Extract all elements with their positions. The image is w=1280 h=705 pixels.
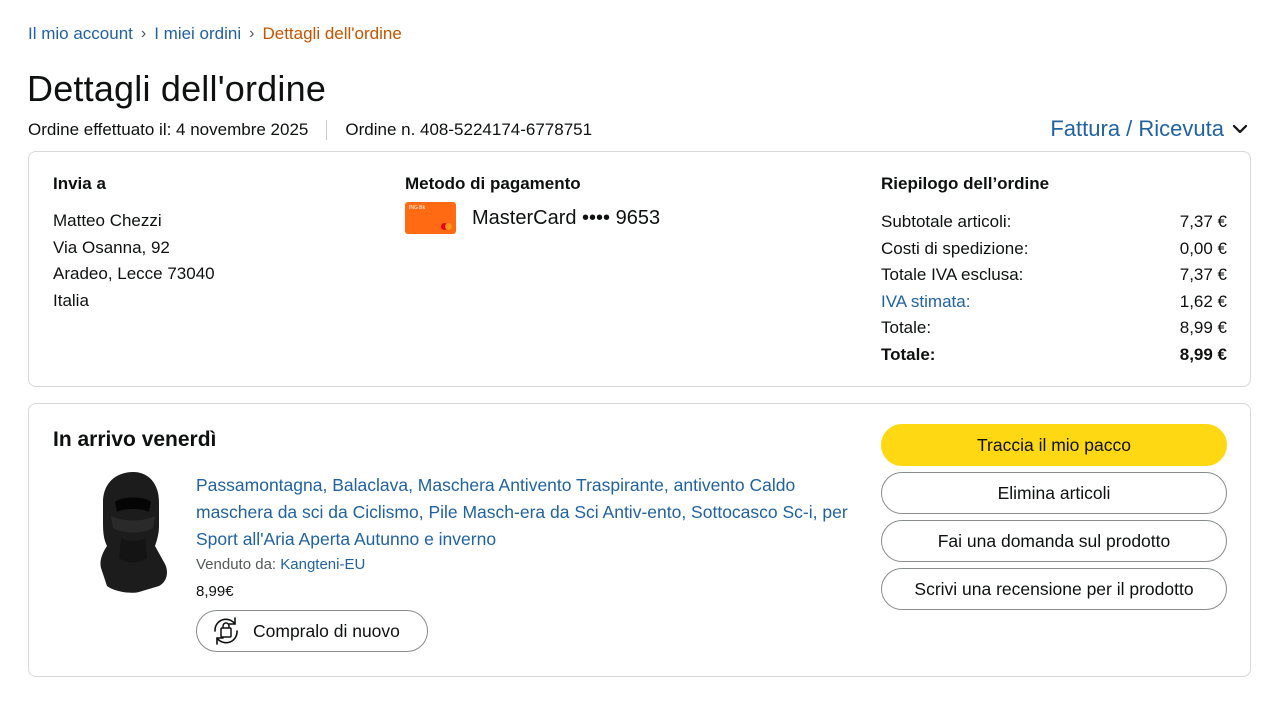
summary-label: Totale IVA esclusa: <box>881 265 1024 285</box>
breadcrumb: Il mio account › I miei ordini › Dettagl… <box>28 24 402 44</box>
payment-title: Metodo di pagamento <box>405 174 581 193</box>
recipient-name: Matteo Chezzi <box>53 211 162 230</box>
page-title: Dettagli dell'ordine <box>27 68 327 109</box>
invoice-dropdown[interactable]: Fattura / Ricevuta <box>1050 116 1248 142</box>
delete-items-button[interactable]: Elimina articoli <box>881 472 1227 514</box>
shipment-card: In arrivo venerdì Passamontagna, Balacla… <box>28 403 1251 677</box>
summary-row-shipping: Costi di spedizione: 0,00 € <box>881 236 1227 263</box>
summary-title: Riepilogo dell’ordine <box>881 174 1050 193</box>
arrival-status: In arrivo venerdì <box>53 428 217 451</box>
summary-row-subtotal: Subtotale articoli: 7,37 € <box>881 209 1227 236</box>
chevron-down-icon <box>1232 124 1248 134</box>
summary-label: Costi di spedizione: <box>881 238 1029 258</box>
summary-list: Subtotale articoli: 7,37 € Costi di sped… <box>881 209 1227 369</box>
estimated-vat-link[interactable]: IVA stimata: <box>881 289 970 316</box>
buy-again-icon <box>214 617 238 645</box>
summary-label: Totale: <box>881 318 932 338</box>
summary-row-total: Totale: 8,99 € <box>881 315 1227 342</box>
summary-value: 7,37 € <box>1179 265 1227 285</box>
payment-method: Metodo di pagamento ING Bk MasterCard ••… <box>405 174 660 234</box>
seller-line: Venduto da: Kangteni-EU <box>196 556 365 573</box>
order-summary: Riepilogo dell’ordine Subtotale articoli… <box>881 174 1227 369</box>
seller-link[interactable]: Kangteni-EU <box>280 556 365 573</box>
summary-row-total-excl-vat: Totale IVA esclusa: 7,37 € <box>881 262 1227 289</box>
address-street: Via Osanna, 92 <box>53 237 170 257</box>
summary-label: Totale: <box>881 344 936 364</box>
meta-divider <box>326 120 328 140</box>
address-city: Aradeo, Lecce 73040 <box>53 264 215 284</box>
breadcrumb-my-account[interactable]: Il mio account <box>28 24 133 44</box>
summary-value: 8,99 € <box>1179 318 1227 338</box>
track-package-button[interactable]: Traccia il mio pacco <box>881 424 1227 466</box>
mastercard-icon: ING Bk <box>405 202 456 234</box>
summary-value: 1,62 € <box>1179 291 1227 311</box>
order-details-page: Il mio account › I miei ordini › Dettagl… <box>0 0 1280 705</box>
summary-label: Subtotale articoli: <box>881 212 1012 231</box>
write-review-button[interactable]: Scrivi una recensione per il prodotto <box>881 568 1227 610</box>
payment-row: ING Bk MasterCard •••• 9653 <box>405 202 660 234</box>
product-price: 8,99€ <box>196 583 234 600</box>
sold-by-label: Venduto da: <box>196 556 277 573</box>
order-date: Ordine effettuato il: 4 novembre 2025 <box>28 120 309 139</box>
ask-question-button[interactable]: Fai una domanda sul prodotto <box>881 520 1227 562</box>
address-block: Matteo Chezzi Via Osanna, 92 Aradeo, Lec… <box>53 208 215 315</box>
breadcrumb-separator: › <box>249 25 255 42</box>
order-number: Ordine n. 408-5224174-6778751 <box>345 120 593 139</box>
order-summary-card: Invia a Matteo Chezzi Via Osanna, 92 Ara… <box>28 151 1251 387</box>
breadcrumb-my-orders[interactable]: I miei ordini <box>154 24 241 44</box>
summary-value: 0,00 € <box>1179 238 1227 258</box>
summary-row-grand-total: Totale: 8,99 € <box>881 342 1227 369</box>
shipping-address: Invia a Matteo Chezzi Via Osanna, 92 Ara… <box>53 174 215 315</box>
summary-value: 8,99 € <box>1179 344 1227 364</box>
breadcrumb-separator: › <box>140 25 147 42</box>
shipping-title: Invia a <box>53 174 106 193</box>
summary-row-vat: IVA stimata: 1,62 € <box>881 289 1227 316</box>
buy-again-label: Compralo di nuovo <box>253 620 400 641</box>
summary-value: 7,37 € <box>1179 212 1227 231</box>
product-image[interactable] <box>95 468 171 594</box>
address-country: Italia <box>53 291 89 311</box>
order-meta: Ordine effettuato il: 4 novembre 2025 Or… <box>28 120 592 140</box>
payment-method-text: MasterCard •••• 9653 <box>472 206 661 229</box>
product-title-link[interactable]: Passamontagna, Balaclava, Maschera Antiv… <box>196 472 861 552</box>
breadcrumb-current: Dettagli dell'ordine <box>262 24 402 43</box>
buy-again-button[interactable]: Compralo di nuovo <box>196 610 428 652</box>
invoice-label: Fattura / Ricevuta <box>1050 116 1224 141</box>
shipment-actions: Traccia il mio pacco Elimina articoli Fa… <box>881 424 1227 616</box>
